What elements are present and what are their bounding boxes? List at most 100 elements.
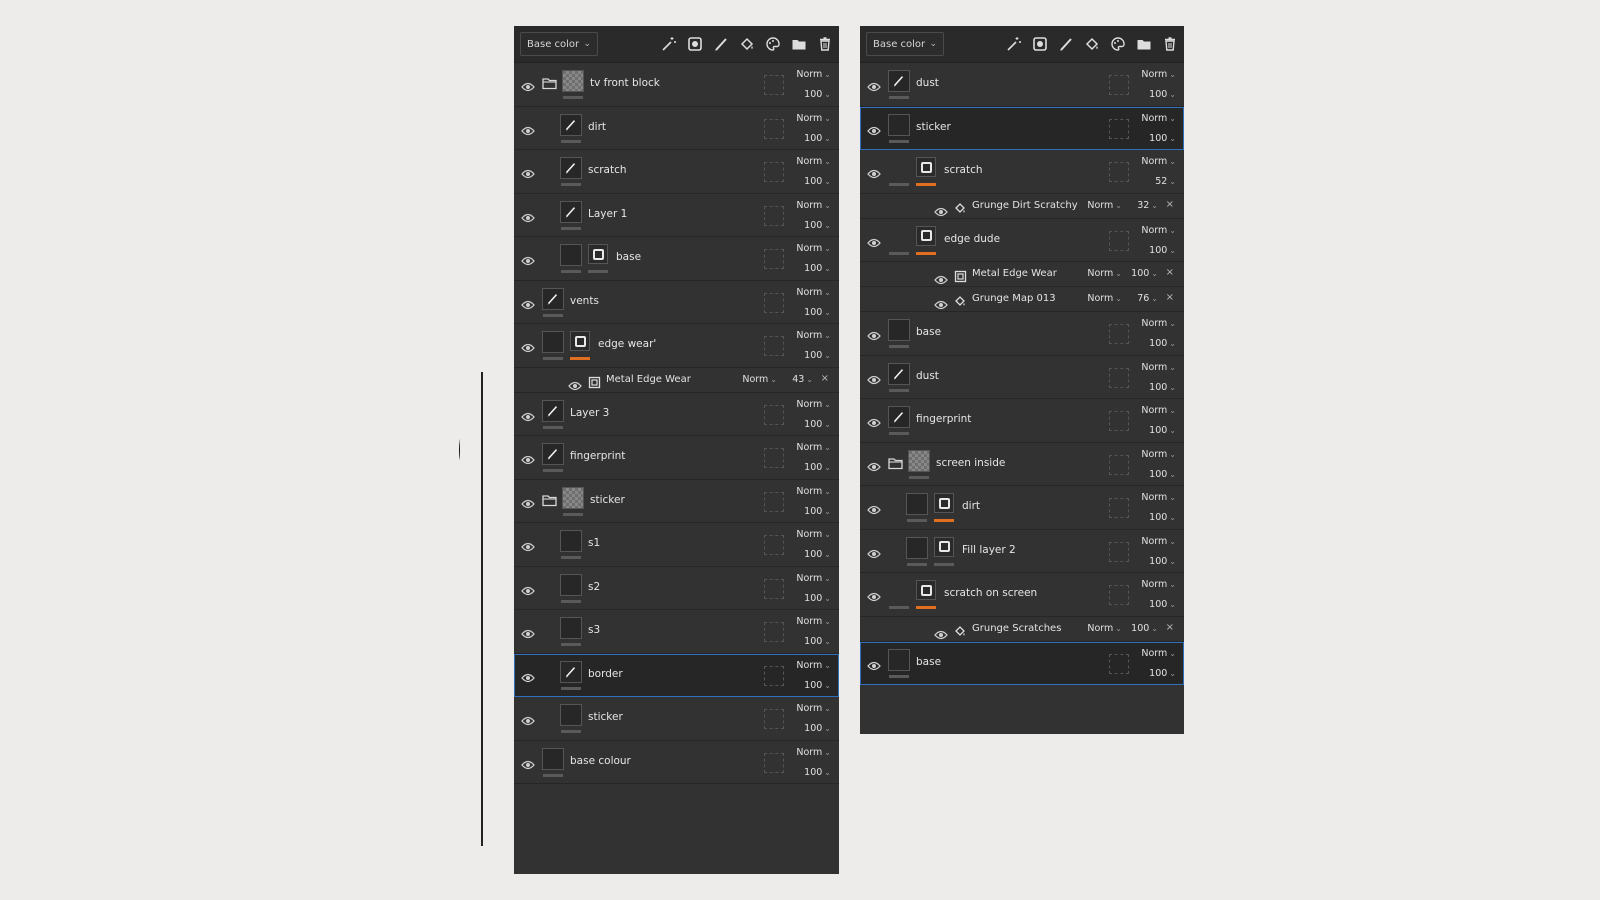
layer-row[interactable]: Layer 1 Norm ⌄ 100 ⌄ — [514, 193, 839, 237]
layer-row[interactable]: s3 Norm ⌄ 100 ⌄ — [514, 610, 839, 654]
visibility-eye-icon[interactable] — [867, 544, 881, 558]
paint-brush-icon[interactable] — [712, 36, 729, 53]
layer-name[interactable]: base colour — [570, 755, 631, 767]
effect-row[interactable]: Grunge Map 013 Norm ⌄ 76 ⌄ × — [860, 287, 1184, 312]
layer-row[interactable]: sticker Norm ⌄ 100 ⌄ — [514, 697, 839, 741]
folder-icon[interactable] — [790, 36, 807, 53]
layer-row[interactable]: sticker Norm ⌄ 100 ⌄ — [860, 106, 1184, 150]
opacity-dropdown[interactable]: 100 ⌄ — [804, 133, 831, 144]
layer-row[interactable]: base Norm ⌄ 100 ⌄ — [860, 641, 1184, 685]
layer-name[interactable]: scratch — [588, 164, 627, 176]
visibility-eye-icon[interactable] — [867, 164, 881, 179]
layer-name[interactable]: base — [916, 326, 941, 338]
layer-row[interactable]: Layer 3 Norm ⌄ 100 ⌄ — [514, 392, 839, 436]
opacity-dropdown[interactable]: 100 ⌄ — [1149, 89, 1176, 100]
blend-mode-dropdown[interactable]: Norm ⌄ — [796, 200, 831, 211]
visibility-eye-icon[interactable] — [521, 77, 535, 92]
layer-mask-thumbnail[interactable] — [916, 157, 936, 177]
blend-mode-dropdown[interactable]: Norm ⌄ — [796, 156, 831, 167]
visibility-eye-icon[interactable] — [521, 251, 535, 266]
layer-name[interactable]: screen inside — [936, 457, 1005, 469]
layer-name[interactable]: dust — [916, 370, 939, 382]
layer-row[interactable]: vents Norm ⌄ 100 ⌄ — [514, 280, 839, 324]
visibility-eye-icon[interactable] — [867, 326, 881, 341]
blend-mode-dropdown[interactable]: Norm ⌄ — [796, 243, 831, 254]
fill-bucket-icon[interactable] — [1083, 36, 1100, 53]
visibility-eye-icon[interactable] — [867, 457, 881, 471]
layer-name[interactable]: border — [588, 668, 623, 680]
layer-name[interactable]: Layer 3 — [570, 407, 609, 419]
opacity-dropdown[interactable]: 100 ⌄ — [804, 680, 831, 691]
magic-wand-icon[interactable] — [1005, 36, 1022, 53]
layer-mask-thumbnail[interactable] — [916, 225, 936, 246]
color-palette-icon[interactable] — [764, 36, 781, 53]
opacity-dropdown[interactable]: 100 ⌄ — [804, 176, 831, 187]
visibility-eye-icon[interactable] — [521, 450, 535, 465]
opacity-dropdown[interactable]: 100 ⌄ — [804, 723, 831, 734]
layer-row[interactable]: tv front block Norm ⌄ 100 ⌄ — [514, 63, 839, 107]
opacity-dropdown[interactable]: 100 ⌄ — [1149, 245, 1176, 256]
effect-opacity[interactable]: 100 ⌄ — [1131, 268, 1158, 279]
effect-opacity[interactable]: 100 ⌄ — [1131, 623, 1158, 634]
blend-mode-dropdown[interactable]: Norm ⌄ — [796, 616, 831, 627]
visibility-eye-icon[interactable] — [867, 656, 881, 670]
blend-mode-dropdown[interactable]: Norm ⌄ — [796, 113, 831, 124]
blend-mode-dropdown[interactable]: Norm ⌄ — [1141, 156, 1176, 167]
opacity-dropdown[interactable]: 100 ⌄ — [804, 549, 831, 560]
visibility-eye-icon[interactable] — [521, 338, 535, 353]
effect-row[interactable]: Grunge Dirt Scratchy Norm ⌄ 32 ⌄ × — [860, 193, 1184, 219]
layer-name[interactable]: tv front block — [590, 77, 660, 89]
blend-mode-dropdown[interactable]: Norm ⌄ — [1141, 113, 1176, 124]
remove-effect-icon[interactable]: × — [1166, 199, 1174, 210]
layer-row[interactable]: Fill layer 2 Norm ⌄ 100 ⌄ — [860, 529, 1184, 573]
visibility-eye-icon[interactable] — [521, 164, 535, 179]
blend-mode-dropdown[interactable]: Norm ⌄ — [1141, 225, 1176, 236]
layer-row[interactable]: dirt Norm ⌄ 100 ⌄ — [514, 106, 839, 150]
layer-name[interactable]: base — [616, 251, 641, 263]
trash-icon[interactable] — [816, 36, 833, 53]
folder-icon[interactable] — [888, 455, 903, 469]
visibility-eye-icon[interactable] — [521, 407, 535, 421]
layer-mask-thumbnail[interactable] — [934, 536, 954, 557]
paint-brush-icon[interactable] — [1057, 36, 1074, 53]
layer-mask-thumbnail[interactable] — [570, 331, 590, 351]
layer-name[interactable]: dust — [916, 77, 939, 89]
blend-mode-dropdown[interactable]: Norm ⌄ — [1141, 69, 1176, 80]
layer-row[interactable]: s2 Norm ⌄ 100 ⌄ — [514, 566, 839, 610]
visibility-eye-icon[interactable] — [521, 668, 535, 682]
layer-mask-thumbnail[interactable] — [934, 493, 954, 513]
visibility-eye-icon[interactable] — [521, 295, 535, 309]
layer-row[interactable]: dust Norm ⌄ 100 ⌄ — [860, 355, 1184, 399]
opacity-dropdown[interactable]: 52 ⌄ — [1155, 176, 1176, 187]
blend-mode-dropdown[interactable]: Norm ⌄ — [796, 703, 831, 714]
color-palette-icon[interactable] — [1109, 36, 1126, 53]
layer-row[interactable]: screen inside Norm ⌄ 100 ⌄ — [860, 442, 1184, 486]
visibility-eye-icon[interactable] — [521, 208, 535, 222]
layer-name[interactable]: base — [916, 656, 941, 668]
remove-effect-icon[interactable]: × — [1166, 622, 1174, 633]
effect-row[interactable]: Grunge Scratches Norm ⌄ 100 ⌄ × — [860, 616, 1184, 642]
layer-name[interactable]: s2 — [588, 581, 600, 593]
visibility-eye-icon[interactable] — [934, 625, 948, 639]
trash-icon[interactable] — [1161, 36, 1178, 53]
opacity-dropdown[interactable]: 100 ⌄ — [804, 506, 831, 517]
blend-mode-dropdown[interactable]: Norm ⌄ — [796, 747, 831, 758]
effect-blend-mode[interactable]: Norm ⌄ — [1087, 200, 1122, 211]
visibility-eye-icon[interactable] — [521, 624, 535, 639]
visibility-eye-icon[interactable] — [521, 121, 535, 135]
blend-mode-dropdown[interactable]: Norm ⌄ — [1141, 648, 1176, 659]
layer-row[interactable]: scratch Norm ⌄ 100 ⌄ — [514, 150, 839, 194]
smart-mask-icon[interactable] — [1031, 36, 1048, 53]
opacity-dropdown[interactable]: 100 ⌄ — [1149, 133, 1176, 144]
visibility-eye-icon[interactable] — [521, 711, 535, 726]
layer-name[interactable]: edge wear' — [598, 338, 656, 350]
opacity-dropdown[interactable]: 100 ⌄ — [804, 419, 831, 430]
layer-name[interactable]: sticker — [916, 121, 951, 133]
effect-row[interactable]: Metal Edge Wear Norm ⌄ 43 ⌄ × — [514, 367, 839, 393]
opacity-dropdown[interactable]: 100 ⌄ — [804, 636, 831, 647]
blend-mode-dropdown[interactable]: Norm ⌄ — [1141, 405, 1176, 416]
layer-name[interactable]: fingerprint — [570, 450, 625, 462]
layer-row[interactable]: scratch on screen Norm ⌄ 100 ⌄ — [860, 573, 1184, 617]
visibility-eye-icon[interactable] — [934, 270, 948, 285]
layer-mask-thumbnail[interactable] — [916, 580, 936, 600]
